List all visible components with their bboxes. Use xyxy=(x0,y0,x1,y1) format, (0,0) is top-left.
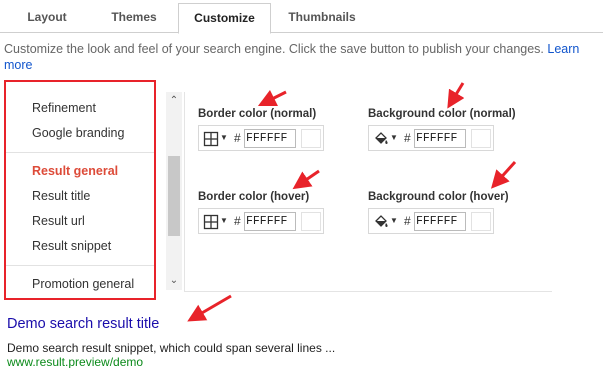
hash-prefix: # xyxy=(404,131,411,145)
hash-prefix: # xyxy=(234,131,241,145)
border-color-hover-input[interactable] xyxy=(244,212,296,231)
tab-customize[interactable]: Customize xyxy=(178,3,271,34)
annotation-arrow xyxy=(447,82,465,109)
panel-divider xyxy=(184,92,185,292)
color-swatch[interactable] xyxy=(301,212,321,231)
chevron-down-icon[interactable]: ▼ xyxy=(220,131,228,145)
scroll-up-icon[interactable]: ⌃ xyxy=(166,94,182,108)
sidebar-item-promotion-general[interactable]: Promotion general xyxy=(32,277,134,291)
annotation-arrow xyxy=(490,160,517,189)
scroll-down-icon[interactable]: ⌄ xyxy=(166,274,182,288)
sidebar-item-result-title[interactable]: Result title xyxy=(32,189,90,203)
hash-prefix: # xyxy=(404,214,411,228)
background-color-hover-picker: ▼ # xyxy=(368,208,494,234)
sidebar-divider xyxy=(6,152,154,153)
description-text: Customize the look and feel of your sear… xyxy=(4,41,602,73)
background-color-hover-input[interactable] xyxy=(414,212,466,231)
scroll-thumb[interactable] xyxy=(168,156,180,236)
sidebar-item-refinement[interactable]: Refinement xyxy=(32,101,96,115)
sidebar-scrollbar[interactable]: ⌃ ⌄ xyxy=(166,92,182,290)
border-color-hover-picker: ▼ # xyxy=(198,208,324,234)
chevron-down-icon[interactable]: ▼ xyxy=(220,214,228,228)
chevron-down-icon[interactable]: ▼ xyxy=(390,214,398,228)
border-color-normal-label: Border color (normal) xyxy=(198,108,317,120)
panel-divider xyxy=(184,291,552,292)
tab-themes[interactable]: Themes xyxy=(90,3,178,33)
border-grid-icon[interactable] xyxy=(203,214,219,230)
background-color-hover-label: Background color (hover) xyxy=(368,191,509,203)
background-color-normal-label: Background color (normal) xyxy=(368,108,516,120)
sidebar-item-google-branding[interactable]: Google branding xyxy=(32,126,124,140)
chevron-down-icon[interactable]: ▼ xyxy=(390,131,398,145)
color-swatch[interactable] xyxy=(471,129,491,148)
description-body: Customize the look and feel of your sear… xyxy=(4,42,548,56)
background-color-normal-picker: ▼ # xyxy=(368,125,494,151)
border-color-normal-picker: ▼ # xyxy=(198,125,324,151)
border-color-normal-input[interactable] xyxy=(244,129,296,148)
preview-result-url: www.result.preview/demo xyxy=(7,355,144,368)
background-color-normal-input[interactable] xyxy=(414,129,466,148)
hash-prefix: # xyxy=(234,214,241,228)
paint-bucket-icon[interactable] xyxy=(373,214,389,230)
annotation-arrow xyxy=(257,89,287,107)
tab-layout[interactable]: Layout xyxy=(4,3,90,33)
sidebar-item-result-general[interactable]: Result general xyxy=(32,164,118,178)
sidebar-divider xyxy=(6,265,154,266)
customize-sidebar: Refinement Google branding Result genera… xyxy=(4,80,156,300)
sidebar-item-result-snippet[interactable]: Result snippet xyxy=(32,239,111,253)
border-grid-icon[interactable] xyxy=(203,131,219,147)
tab-thumbnails[interactable]: Thumbnails xyxy=(271,3,373,33)
color-swatch[interactable] xyxy=(301,129,321,148)
preview-result-snippet: Demo search result snippet, which could … xyxy=(7,341,336,355)
color-swatch[interactable] xyxy=(471,212,491,231)
annotation-arrow xyxy=(292,169,320,190)
sidebar-item-result-url[interactable]: Result url xyxy=(32,214,85,228)
paint-bucket-icon[interactable] xyxy=(373,131,389,147)
border-color-hover-label: Border color (hover) xyxy=(198,191,310,203)
tab-bar: Layout Themes Customize Thumbnails xyxy=(0,0,603,34)
preview-result-title[interactable]: Demo search result title xyxy=(7,316,159,332)
annotation-arrow xyxy=(187,294,232,322)
